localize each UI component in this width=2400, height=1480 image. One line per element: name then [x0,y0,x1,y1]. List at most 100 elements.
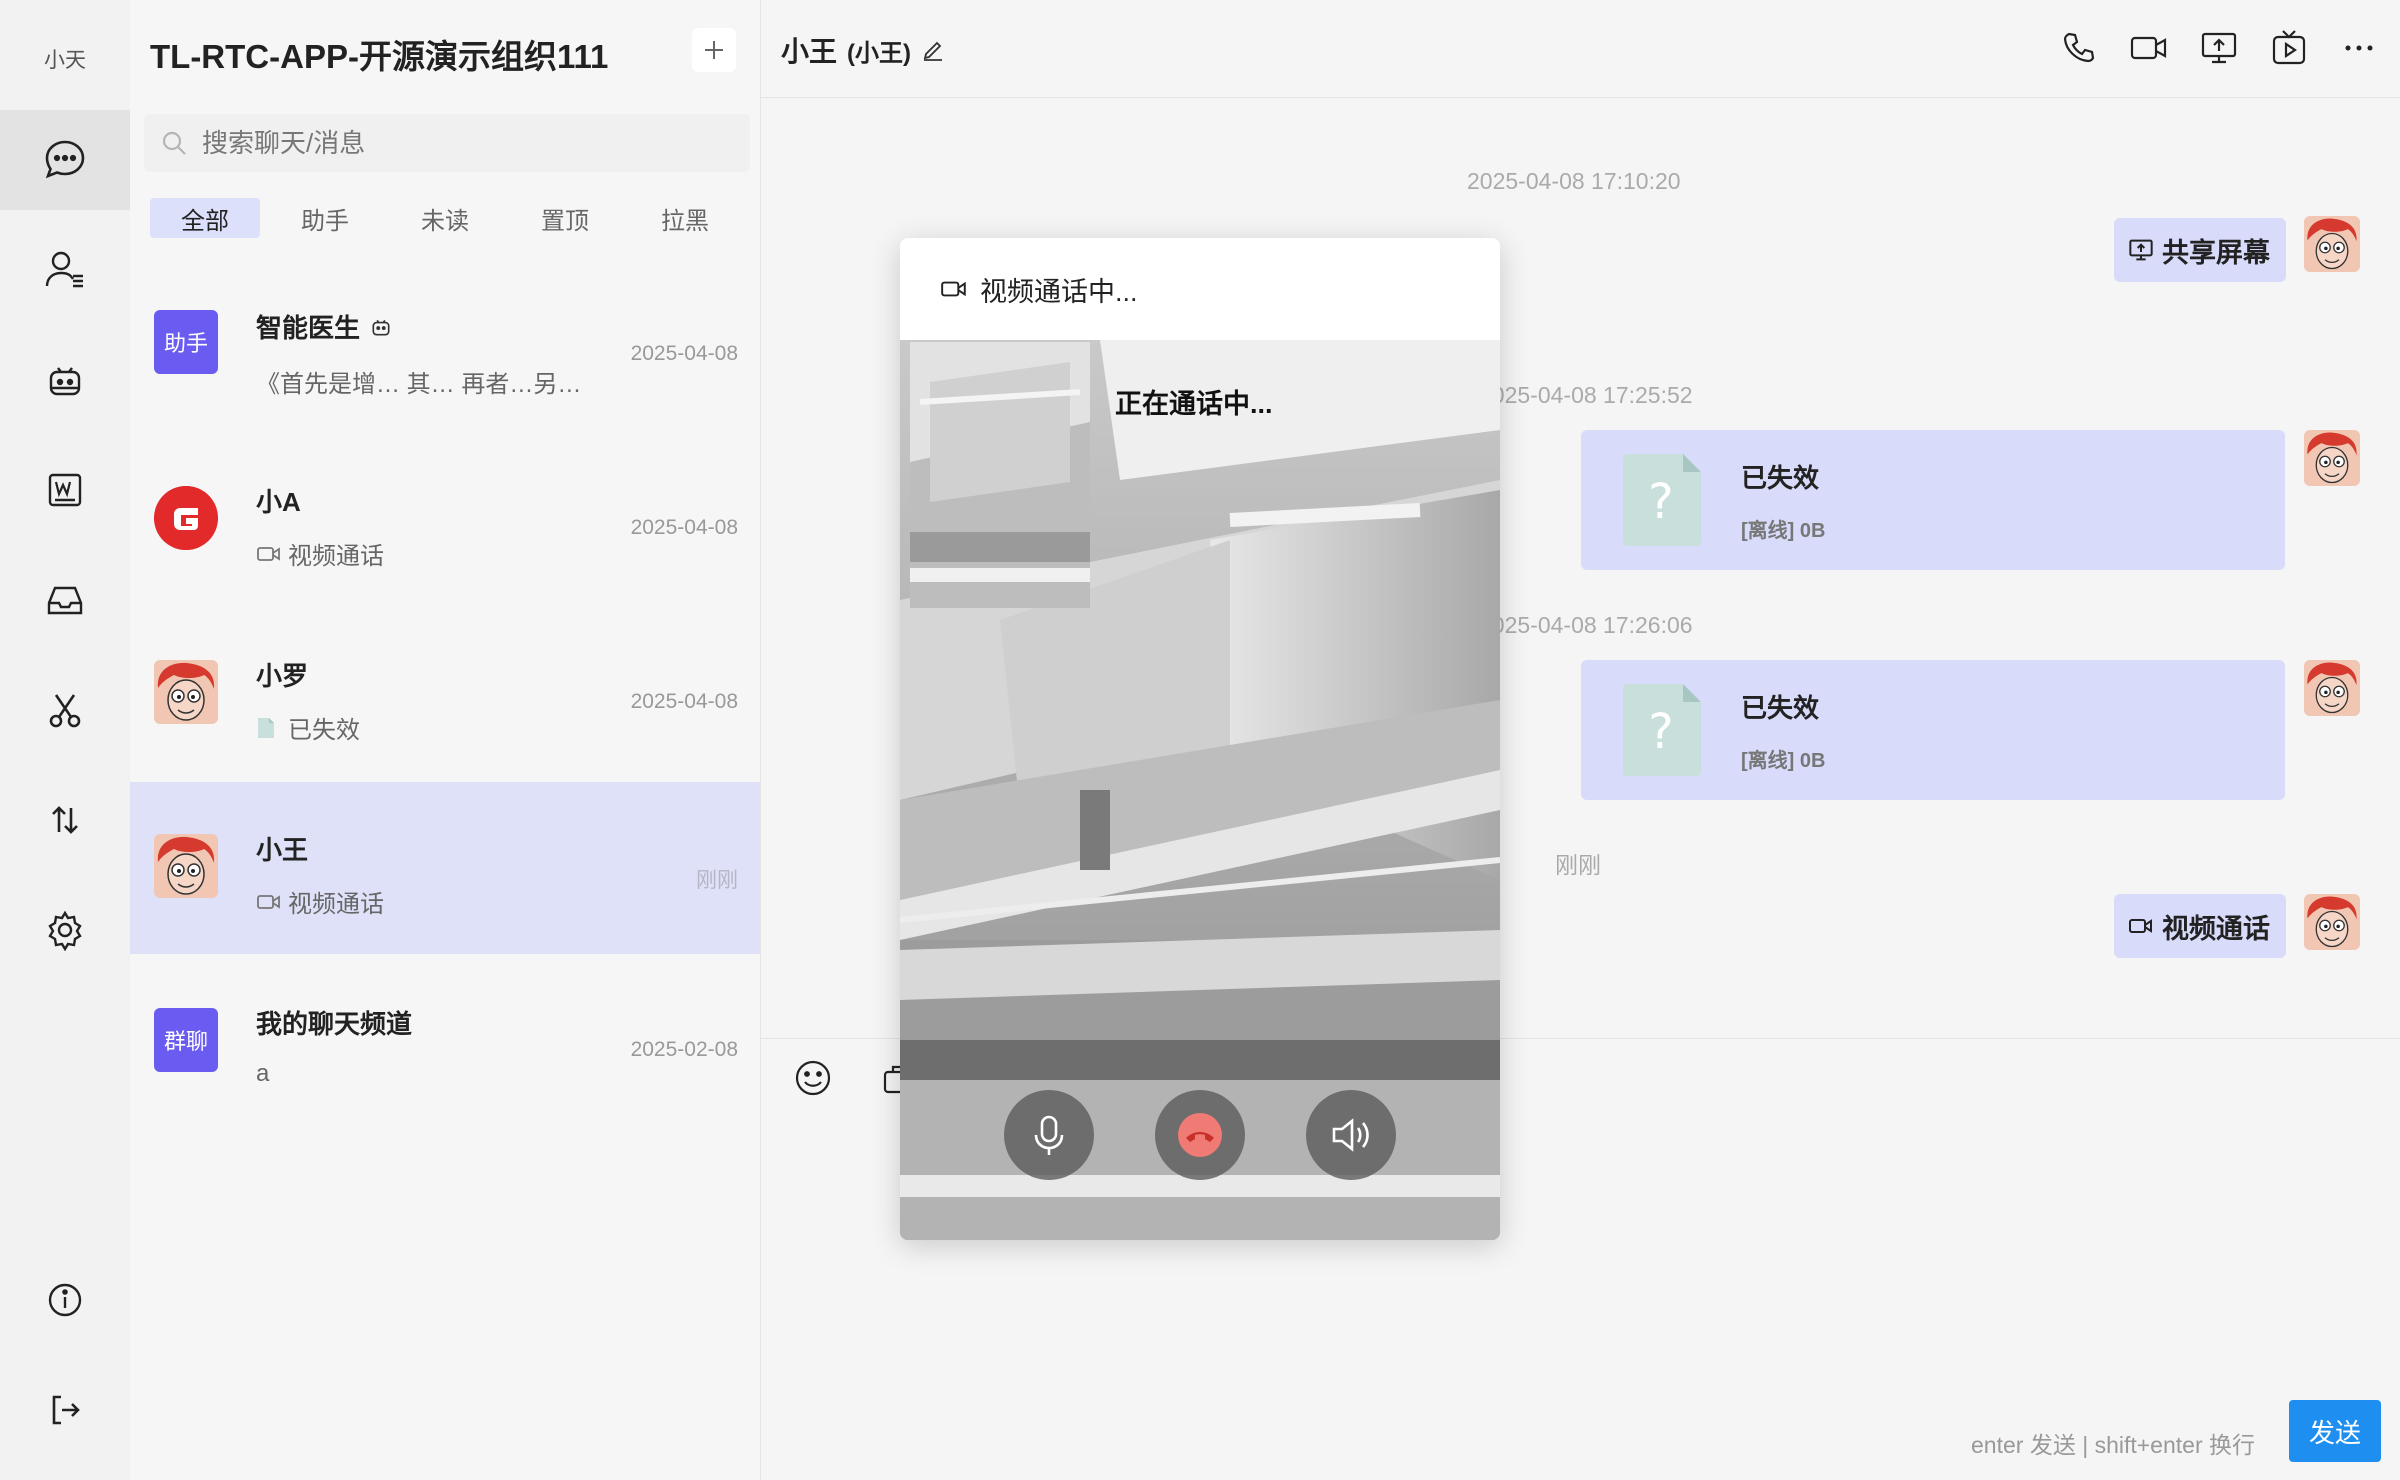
nav-logout[interactable] [0,1360,130,1460]
plus-icon [705,41,723,59]
video-icon [941,281,966,297]
nav-chats[interactable] [0,110,130,210]
nav-contacts[interactable] [0,220,130,320]
message-screen-share[interactable]: 共享屏幕 [2114,218,2286,282]
message-timestamp: 2025-04-08 17:10:20 [1467,168,1681,194]
cartoon-avatar-icon [2304,894,2360,950]
avatar[interactable] [2304,894,2360,950]
preview-text: 视频通话 [288,543,384,570]
cartoon-avatar-icon [2304,216,2360,272]
chat-title: 小王 (小王) [781,30,945,70]
chat-header: 小王 (小王) [761,0,2400,98]
message-text: 视频通话 [2162,913,2270,944]
conversation-time: 2025-04-08 [630,342,738,365]
scissors-icon [49,694,81,728]
hang-up-button[interactable] [1155,1090,1245,1180]
org-title: TL-RTC-APP-开源演示组织111 [150,38,609,75]
file-name: 已失效 [1741,463,1820,493]
contacts-icon [45,251,83,288]
message-video-call[interactable]: 视频通话 [2114,894,2286,958]
nav-documents[interactable] [0,440,130,540]
conversation-item[interactable]: 小A 视频通话 2025-04-08 [130,434,760,606]
conversation-item[interactable]: 小罗 已失效 2025-04-08 [130,608,760,780]
call-title: 视频通话中... [980,276,1138,307]
preview-text: 视频通话 [288,891,384,918]
send-hint: enter 发送 | shift+enter 换行 [1971,1432,2255,1458]
svg-text:?: ? [1648,704,1673,760]
unknown-file-icon: ? [1623,684,1701,776]
nav-about[interactable] [0,1250,130,1350]
filter-tab-pinned[interactable]: 置顶 [510,198,620,238]
svg-text:?: ? [1648,474,1673,530]
add-button[interactable] [692,28,736,72]
message-timestamp: 刚刚 [1555,852,1601,878]
conversation-item-active[interactable]: 小王 视频通话 刚刚 [130,782,760,954]
voice-call-button[interactable] [2057,26,2101,70]
filter-tab-all[interactable]: 全部 [150,198,260,238]
conversation-time: 2025-02-08 [630,1038,738,1061]
speaker-button[interactable] [1306,1090,1396,1180]
current-user-name[interactable]: 小天 [0,44,130,74]
nav-inbox[interactable] [0,550,130,650]
nav-bots[interactable] [0,330,130,430]
nav-settings[interactable] [0,880,130,980]
send-button[interactable]: 发送 [2289,1400,2381,1462]
conversation-item[interactable]: 助手 智能医生 《首先是增… 其… 再者…另… 2025-04-08 [130,260,760,432]
conversation-name: 小A [256,487,301,517]
screen-share-icon [2129,239,2153,261]
avatar[interactable] [2304,216,2360,272]
conversation-time: 刚刚 [696,869,738,892]
message-file-card[interactable]: ? 已失效 [离线] 0B [1581,660,2285,800]
phone-icon [2063,32,2095,63]
filter-tab-blocked[interactable]: 拉黑 [630,198,740,238]
nav-screenshot[interactable] [0,660,130,760]
conversation-preview: a [256,1060,270,1087]
chat-bubble-icon [45,140,85,179]
avatar [154,486,218,550]
mute-button[interactable] [1004,1090,1094,1180]
search-bar[interactable] [144,114,750,172]
local-video-preview[interactable] [910,342,1090,608]
robot-icon [49,367,81,396]
file-name: 已失效 [1741,693,1820,723]
cartoon-avatar-icon [2304,430,2360,486]
filter-tab-unread[interactable]: 未读 [390,198,500,238]
conversation-name-text: 智能医生 [256,313,361,343]
message-text: 共享屏幕 [2162,237,2270,268]
emoji-icon[interactable] [793,1058,833,1098]
video-call-window[interactable]: 视频通话中... 正在通话中... [900,238,1500,1240]
settings-gear-icon [48,910,82,951]
conversation-item[interactable]: 群聊 我的聊天频道 a 2025-02-08 [130,956,760,1128]
conversation-preview: 视频通话 [256,884,384,919]
nav-transfer[interactable] [0,770,130,870]
transfer-arrows-icon [52,806,78,834]
message-file-card[interactable]: ? 已失效 [离线] 0B [1581,430,2285,570]
avatar[interactable] [2304,660,2360,716]
live-stream-icon [2272,30,2306,65]
word-doc-icon [48,473,82,507]
avatar[interactable] [2304,430,2360,486]
screen-share-button[interactable] [2197,26,2241,70]
conversation-panel: TL-RTC-APP-开源演示组织111 全部 助手 未读 置顶 拉黑 助手 智… [130,0,761,1480]
file-icon [258,717,274,738]
info-icon [48,1283,82,1317]
speaker-icon [1332,1118,1369,1152]
conversation-time: 2025-04-08 [630,690,738,713]
conversation-name: 小罗 [256,661,309,691]
live-stream-button[interactable] [2267,26,2311,70]
video-call-button[interactable] [2127,26,2171,70]
file-meta: [离线] 0B [1741,520,1826,542]
cartoon-avatar-icon [2304,660,2360,716]
filter-tab-assistant[interactable]: 助手 [270,198,380,238]
file-meta: [离线] 0B [1741,750,1826,772]
call-header[interactable]: 视频通话中... [900,238,1500,340]
cartoon-avatar-icon [154,660,218,724]
more-button[interactable] [2337,26,2381,70]
conversation-name: 我的聊天频道 [256,1009,413,1039]
edit-pencil-icon[interactable] [921,38,945,62]
message-timestamp: 2025-04-08 17:25:52 [1479,382,1693,408]
search-input[interactable] [200,126,724,160]
video-icon [257,894,280,909]
conversation-preview: 《首先是增… 其… 再者…另… [256,371,582,398]
preview-text: 已失效 [288,717,360,744]
